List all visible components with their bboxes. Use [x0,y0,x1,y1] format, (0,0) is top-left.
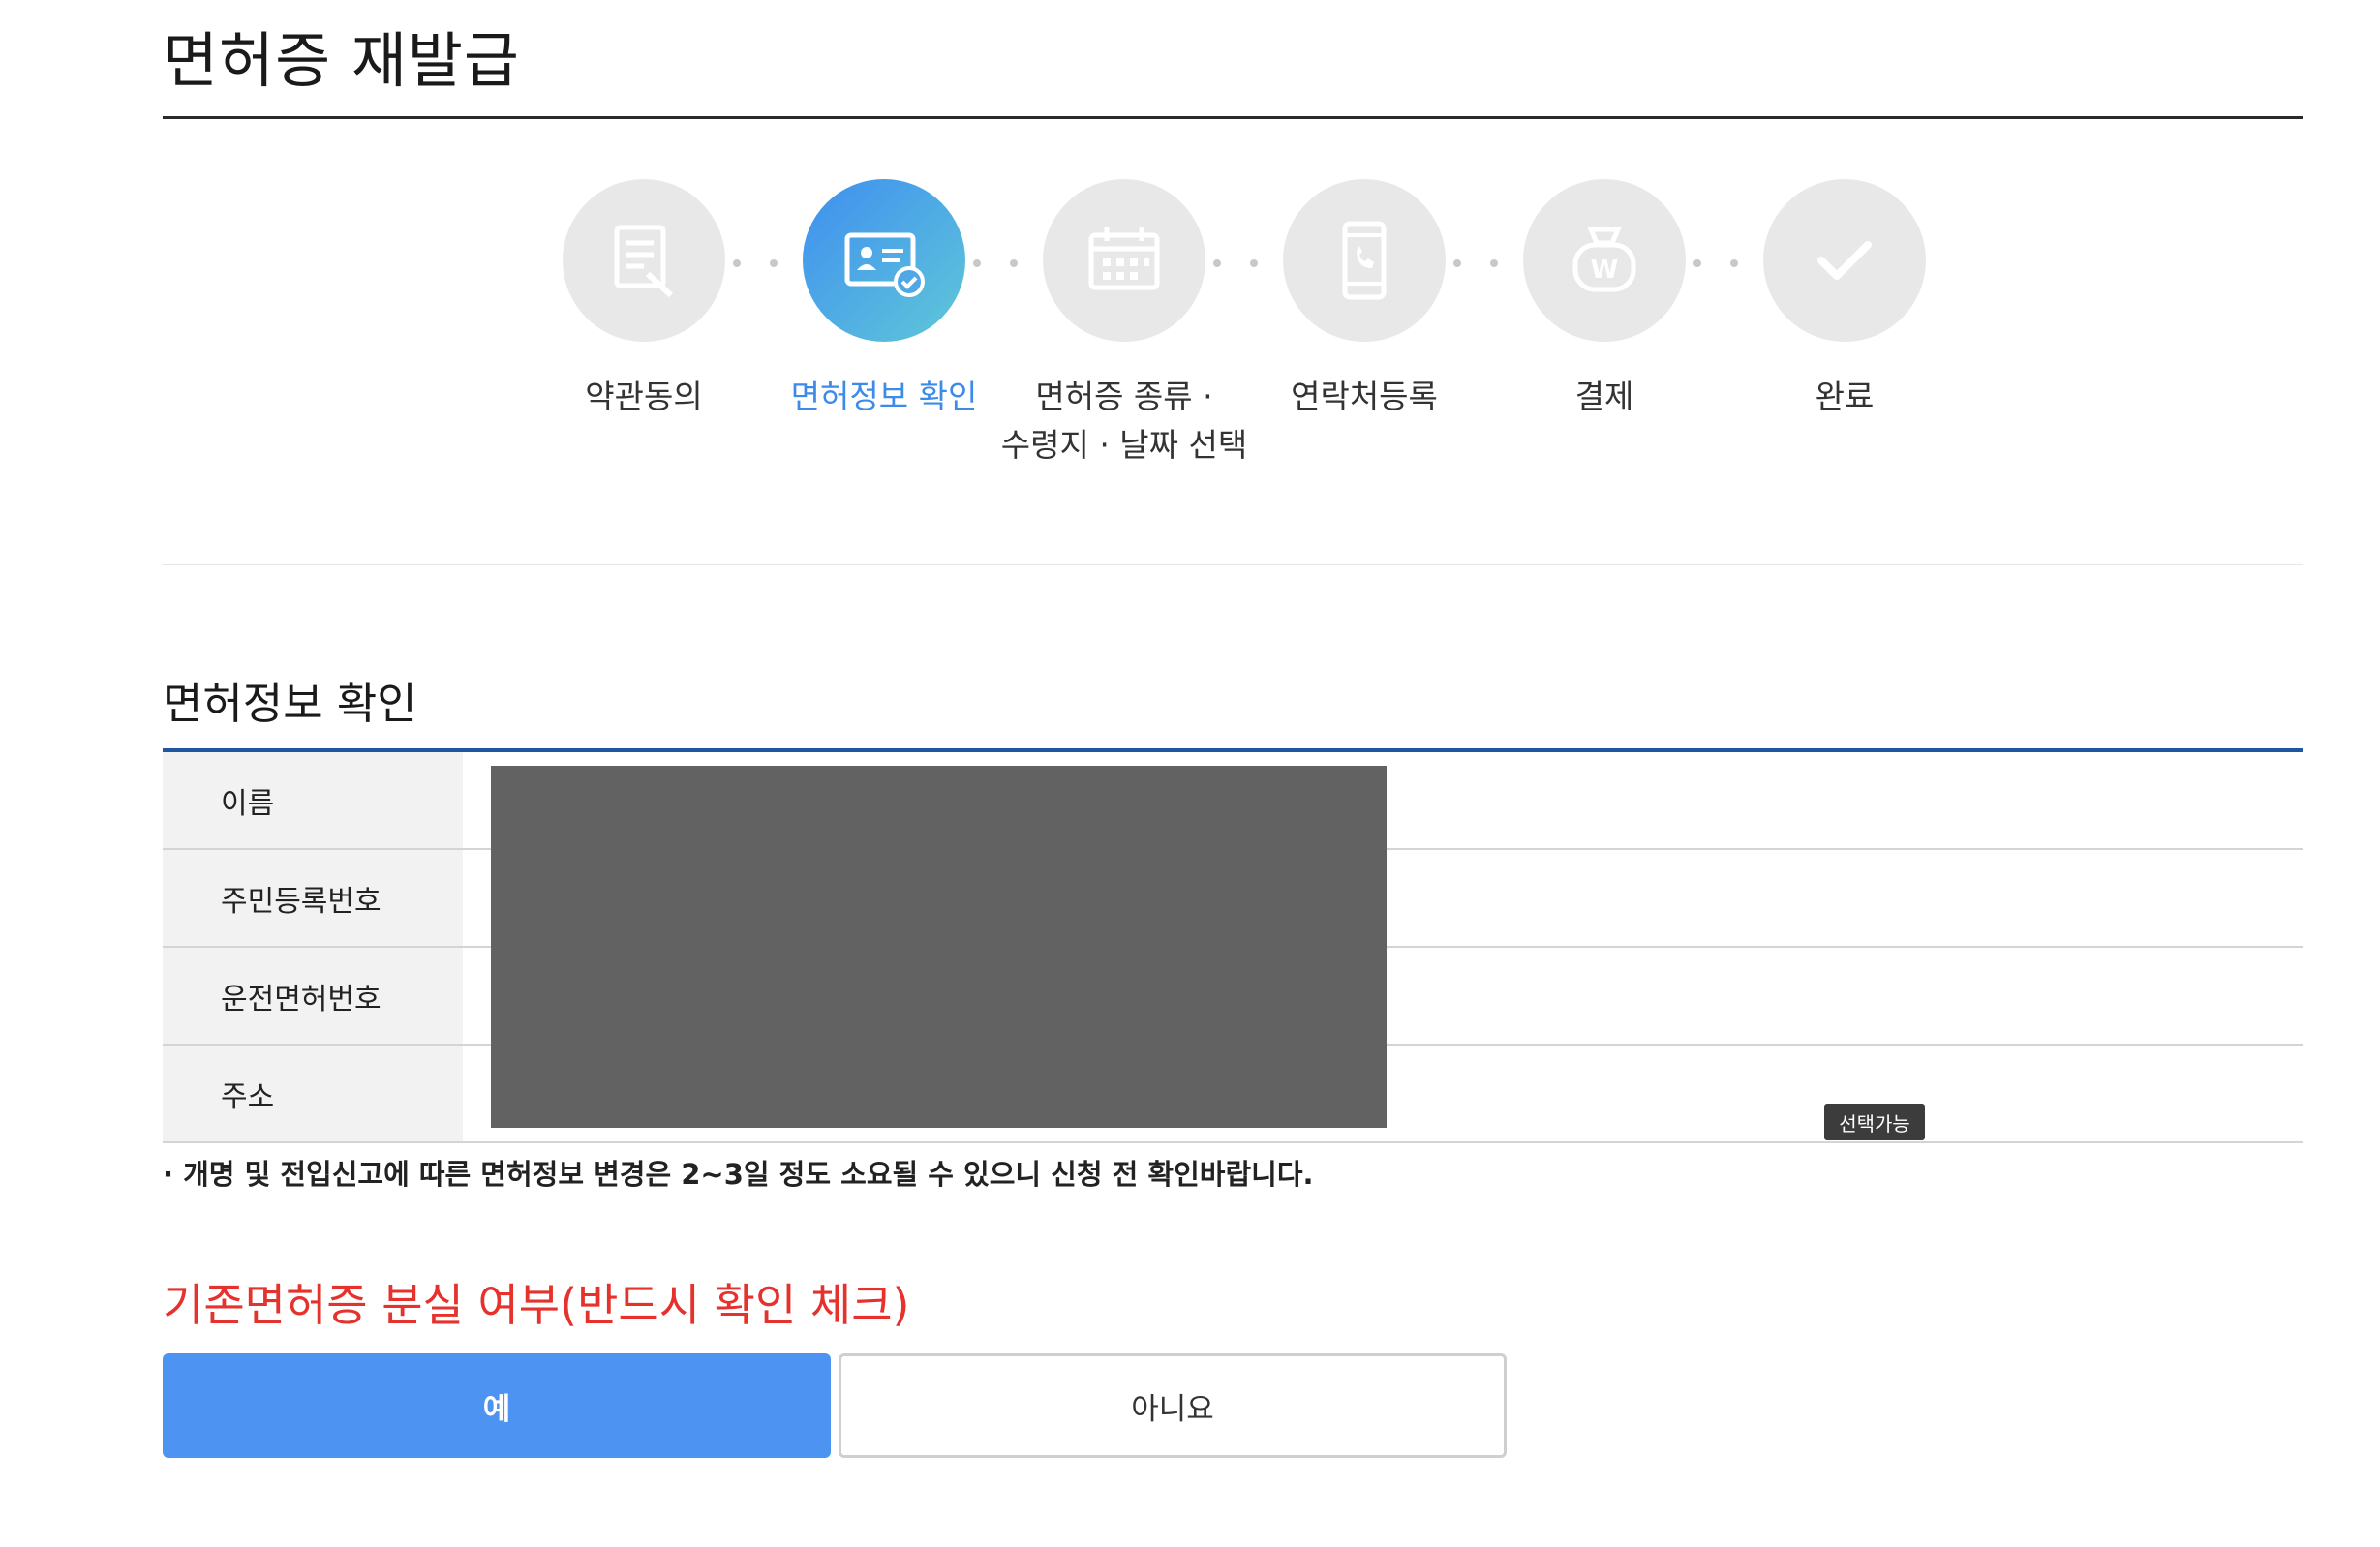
svg-text:W: W [1591,256,1619,285]
step-connector [1213,259,1258,267]
step-connector [973,259,1018,267]
calendar-icon [1088,228,1160,290]
license-loss-title: 기존면허증 분실 여부(반드시 확인 체크) [163,1279,910,1331]
id-card-check-icon [844,232,925,297]
yes-button[interactable]: 예 [163,1353,831,1458]
row-label: 이름 [163,752,463,848]
section-divider [163,564,2303,565]
selectable-tooltip: 선택가능 [1824,1104,1925,1140]
document-pen-icon [614,225,674,298]
step-connector [1693,259,1738,267]
step-connector [733,259,778,267]
info-change-notice: · 개명 및 전입신고에 따른 면허정보 변경은 2~3일 정도 소요될 수 있… [163,1158,1314,1191]
row-label: 주소 [163,1046,463,1141]
step-terms-agreement [563,179,725,342]
license-info-title: 면허정보 확인 [163,678,417,729]
step-connector [1453,259,1498,267]
step-payment: W [1523,179,1686,342]
no-button[interactable]: 아니요 [839,1353,1507,1458]
won-bag-icon: W [1572,227,1636,292]
title-divider [163,116,2303,119]
step-complete [1763,179,1926,342]
redacted-values [491,766,1387,1128]
row-label: 주민등록번호 [163,850,463,946]
step-label: 완료 [1815,378,1875,415]
check-icon [1817,241,1872,280]
row-label: 운전면허번호 [163,948,463,1044]
step-contact [1283,179,1446,342]
phone-icon [1342,221,1387,300]
step-license-info [803,179,965,342]
step-license-type [1043,179,1205,342]
page-title: 면허증 재발급 [163,25,520,96]
